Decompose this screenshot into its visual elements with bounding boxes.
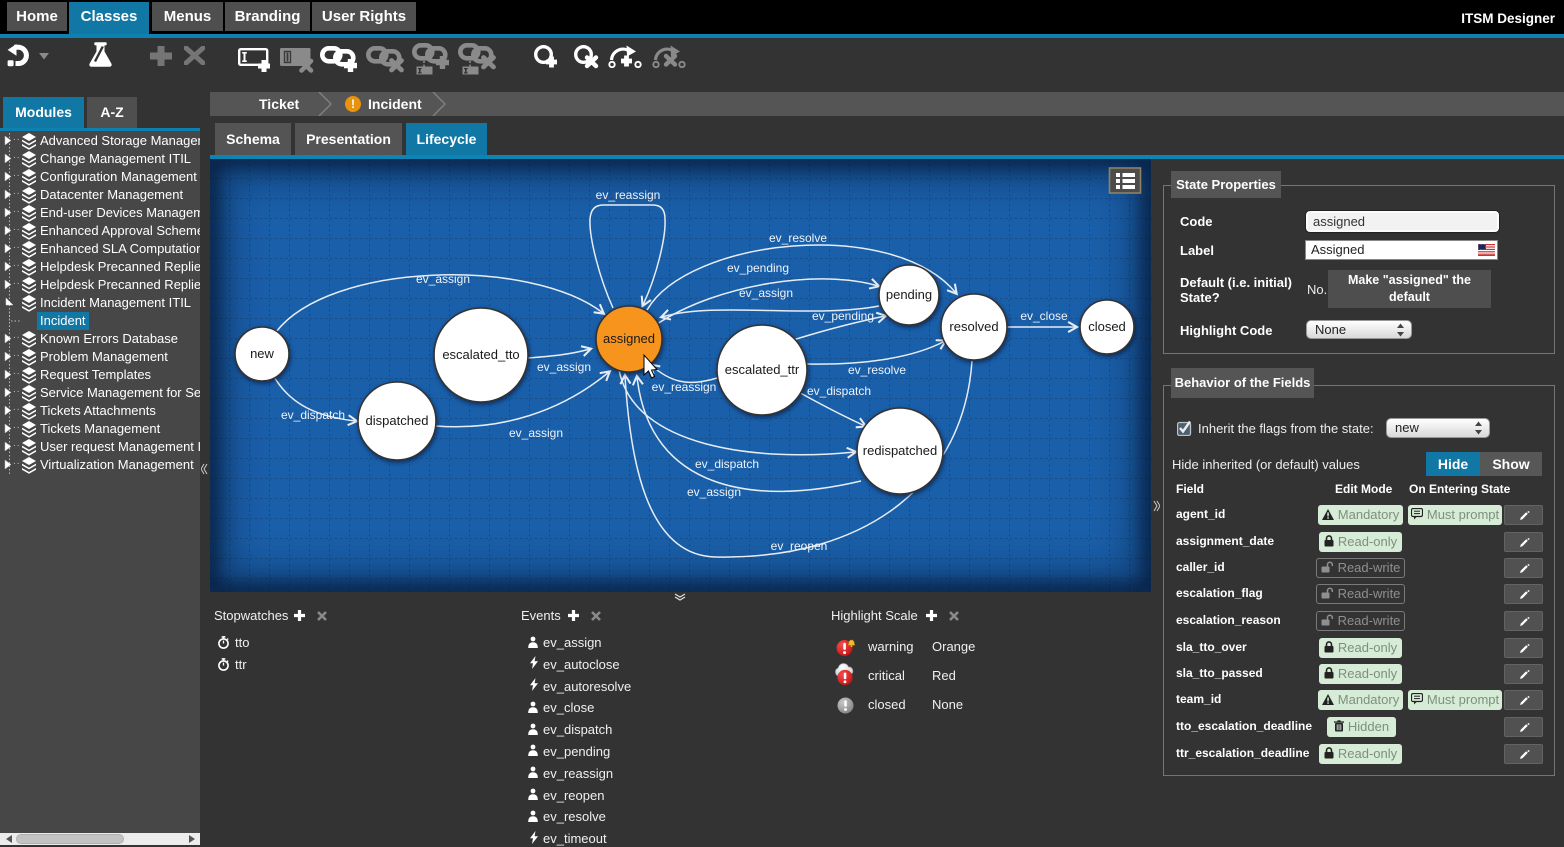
svg-text:assigned: assigned: [603, 331, 655, 346]
svg-text:closed: closed: [1088, 319, 1126, 334]
svg-text:ev_pending: ev_pending: [812, 309, 874, 323]
svg-text:ev_dispatch: ev_dispatch: [695, 457, 759, 471]
svg-text:ev_resolve: ev_resolve: [769, 231, 827, 245]
svg-text:ev_assign: ev_assign: [537, 360, 591, 374]
svg-text:dispatched: dispatched: [366, 413, 429, 428]
svg-text:ev_reassign: ev_reassign: [596, 188, 661, 202]
svg-text:ev_assign: ev_assign: [509, 426, 563, 440]
svg-text:resolved: resolved: [949, 319, 998, 334]
svg-text:ev_assign: ev_assign: [687, 485, 741, 499]
svg-text:ev_dispatch: ev_dispatch: [807, 384, 871, 398]
svg-text:escalated_ttr: escalated_ttr: [725, 362, 800, 377]
svg-text:pending: pending: [886, 287, 932, 302]
svg-text:new: new: [250, 346, 274, 361]
svg-text:ev_assign: ev_assign: [739, 286, 793, 300]
svg-text:ev_reopen: ev_reopen: [771, 539, 828, 553]
svg-text:ev_pending: ev_pending: [727, 261, 789, 275]
svg-text:escalated_tto: escalated_tto: [442, 347, 519, 362]
svg-text:ev_dispatch: ev_dispatch: [281, 408, 345, 422]
svg-text:redispatched: redispatched: [863, 443, 937, 458]
svg-text:ev_close: ev_close: [1020, 309, 1068, 323]
svg-text:ev_reassign: ev_reassign: [652, 380, 717, 394]
svg-text:ev_assign: ev_assign: [416, 272, 470, 286]
svg-text:ev_resolve: ev_resolve: [848, 363, 906, 377]
